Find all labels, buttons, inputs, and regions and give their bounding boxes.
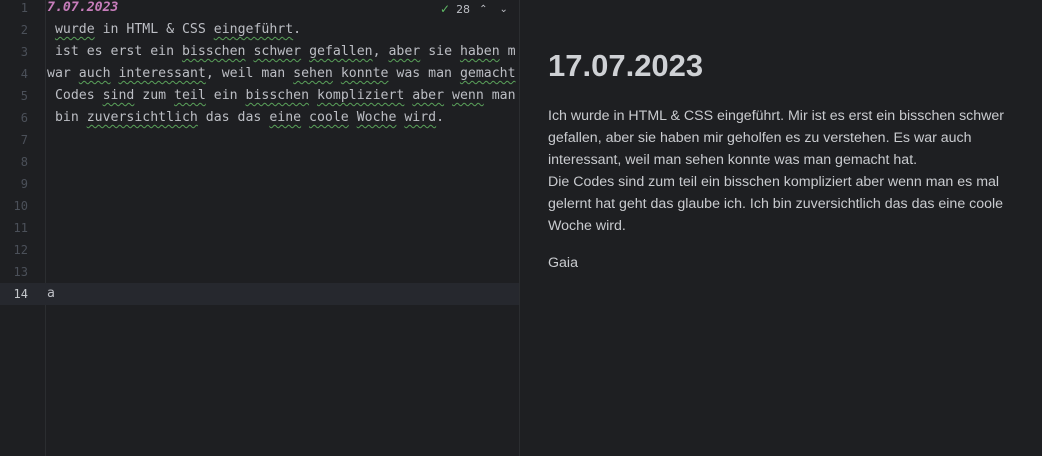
inspection-count: 28 xyxy=(456,2,471,16)
text-segment: a xyxy=(47,286,55,301)
text-segment: was man xyxy=(388,66,460,81)
line-number: 13 xyxy=(13,265,28,279)
editor-line[interactable]: 9 xyxy=(0,173,519,195)
misspelled-word: zuversichtlich xyxy=(86,110,198,125)
line-number: 8 xyxy=(20,155,28,169)
editor-line[interactable]: 8 xyxy=(0,151,519,173)
misspelled-word: aber xyxy=(412,88,445,103)
editor-line[interactable]: 10 xyxy=(0,195,519,217)
line-text[interactable]: a xyxy=(47,283,519,305)
line-number: 3 xyxy=(20,45,28,59)
line-number: 7 xyxy=(20,133,28,147)
line-number: 14 xyxy=(13,287,28,301)
misspelled-word: schwer xyxy=(253,44,302,59)
misspelled-word: eingeführt xyxy=(213,22,294,37)
misspelled-word: wird xyxy=(404,110,437,125)
misspelled-word: bisschen xyxy=(245,88,310,103)
text-segment: , xyxy=(372,44,389,59)
text-segment: man xyxy=(483,88,516,103)
text-segment: war xyxy=(47,66,79,81)
misspelled-word: gemacht xyxy=(459,66,516,81)
misspelled-word: auch xyxy=(78,66,111,81)
line-text[interactable]: Codes sind zum teil ein bisschen kompliz… xyxy=(47,85,519,107)
misspelled-word: konnte xyxy=(340,66,389,81)
editor-line[interactable]: 6 bin zuversichtlich das das eine coole … xyxy=(0,107,519,129)
line-number: 1 xyxy=(20,1,28,15)
text-segment: Codes xyxy=(47,88,103,103)
chevron-up-icon[interactable]: ⌃ xyxy=(476,4,490,15)
misspelled-word: Woche xyxy=(356,110,397,125)
misspelled-word: sind xyxy=(102,88,135,103)
misspelled-word: aber xyxy=(388,44,421,59)
preview-paragraph: Ich wurde in HTML & CSS eingeführt. Mir … xyxy=(548,108,1005,234)
text-segment: m xyxy=(499,44,516,59)
editor-line[interactable]: 3 ist es erst ein bisschen schwer gefall… xyxy=(0,41,519,63)
text-segment xyxy=(301,44,309,59)
editor-line[interactable]: 12 xyxy=(0,239,519,261)
misspelled-word: bisschen xyxy=(181,44,246,59)
line-number: 10 xyxy=(13,199,28,213)
line-number: 12 xyxy=(13,243,28,257)
text-segment: sie xyxy=(420,44,460,59)
markdown-preview: 17.07.2023 Ich wurde in HTML & CSS einge… xyxy=(520,0,1042,456)
editor-line[interactable]: 2 wurde in HTML & CSS eingeführt. xyxy=(0,19,519,41)
editor-line[interactable]: 11 xyxy=(0,217,519,239)
misspelled-word: sehen xyxy=(293,66,333,81)
text-segment xyxy=(444,88,452,103)
inspection-widget[interactable]: ✓ 28 ⌃ ⌄ xyxy=(440,0,516,18)
text-segment xyxy=(349,110,357,125)
text-segment: . xyxy=(436,110,445,125)
misspelled-word: haben xyxy=(459,44,500,59)
editor-line[interactable]: 5 Codes sind zum teil ein bisschen kompl… xyxy=(0,85,519,107)
misspelled-word: interessant xyxy=(118,66,206,81)
line-text[interactable]: wurde in HTML & CSS eingeführt. xyxy=(47,19,519,41)
text-segment xyxy=(333,66,341,81)
editor-line[interactable]: 4 war auch interessant, weil man sehen ko… xyxy=(0,63,519,85)
text-segment xyxy=(309,88,317,103)
line-text[interactable]: war auch interessant, weil man sehen kon… xyxy=(47,63,519,85)
text-segment: zum xyxy=(134,88,175,103)
misspelled-word: teil xyxy=(174,88,206,103)
text-segment: 7.07.2023 xyxy=(47,0,119,15)
line-number: 5 xyxy=(20,89,28,103)
misspelled-word: coole xyxy=(309,110,349,125)
text-segment: ist es erst ein xyxy=(47,44,182,59)
preview-signature: Gaia xyxy=(548,255,578,271)
line-text[interactable]: ist es erst ein bisschen schwer gefallen… xyxy=(47,41,519,63)
check-icon: ✓ xyxy=(440,2,451,16)
markdown-editor[interactable]: 1 7.07.2023 2 wurde in HTML & CSS eingefüh… xyxy=(0,0,519,456)
line-number: 2 xyxy=(20,23,28,37)
misspelled-word: wurde xyxy=(54,22,95,37)
text-segment xyxy=(47,22,55,37)
misspelled-word: gefallen xyxy=(309,44,373,59)
line-number: 4 xyxy=(20,67,28,81)
line-number: 6 xyxy=(20,111,28,125)
text-segment: bin xyxy=(47,110,87,125)
misspelled-word: wenn xyxy=(452,88,484,103)
editor-line[interactable]: 13 xyxy=(0,261,519,283)
text-segment xyxy=(301,110,309,125)
editor-line[interactable]: 7 xyxy=(0,129,519,151)
misspelled-word: kompliziert xyxy=(317,88,405,103)
text-segment: . xyxy=(293,22,302,37)
text-segment: , weil man xyxy=(205,66,294,81)
misspelled-word: eine xyxy=(269,110,302,125)
chevron-down-icon[interactable]: ⌄ xyxy=(496,4,510,15)
editor-line[interactable]: 14 a xyxy=(0,283,519,305)
line-text[interactable]: bin zuversichtlich das das eine coole Wo… xyxy=(47,107,519,129)
text-segment: ein xyxy=(205,88,246,103)
preview-title: 17.07.2023 xyxy=(548,48,704,83)
text-segment: in HTML & CSS xyxy=(94,22,214,37)
line-number: 9 xyxy=(20,177,28,191)
line-number: 11 xyxy=(13,221,28,235)
text-segment: das das xyxy=(197,110,270,125)
app-window: 1 7.07.2023 2 wurde in HTML & CSS eingefüh… xyxy=(0,0,1042,456)
